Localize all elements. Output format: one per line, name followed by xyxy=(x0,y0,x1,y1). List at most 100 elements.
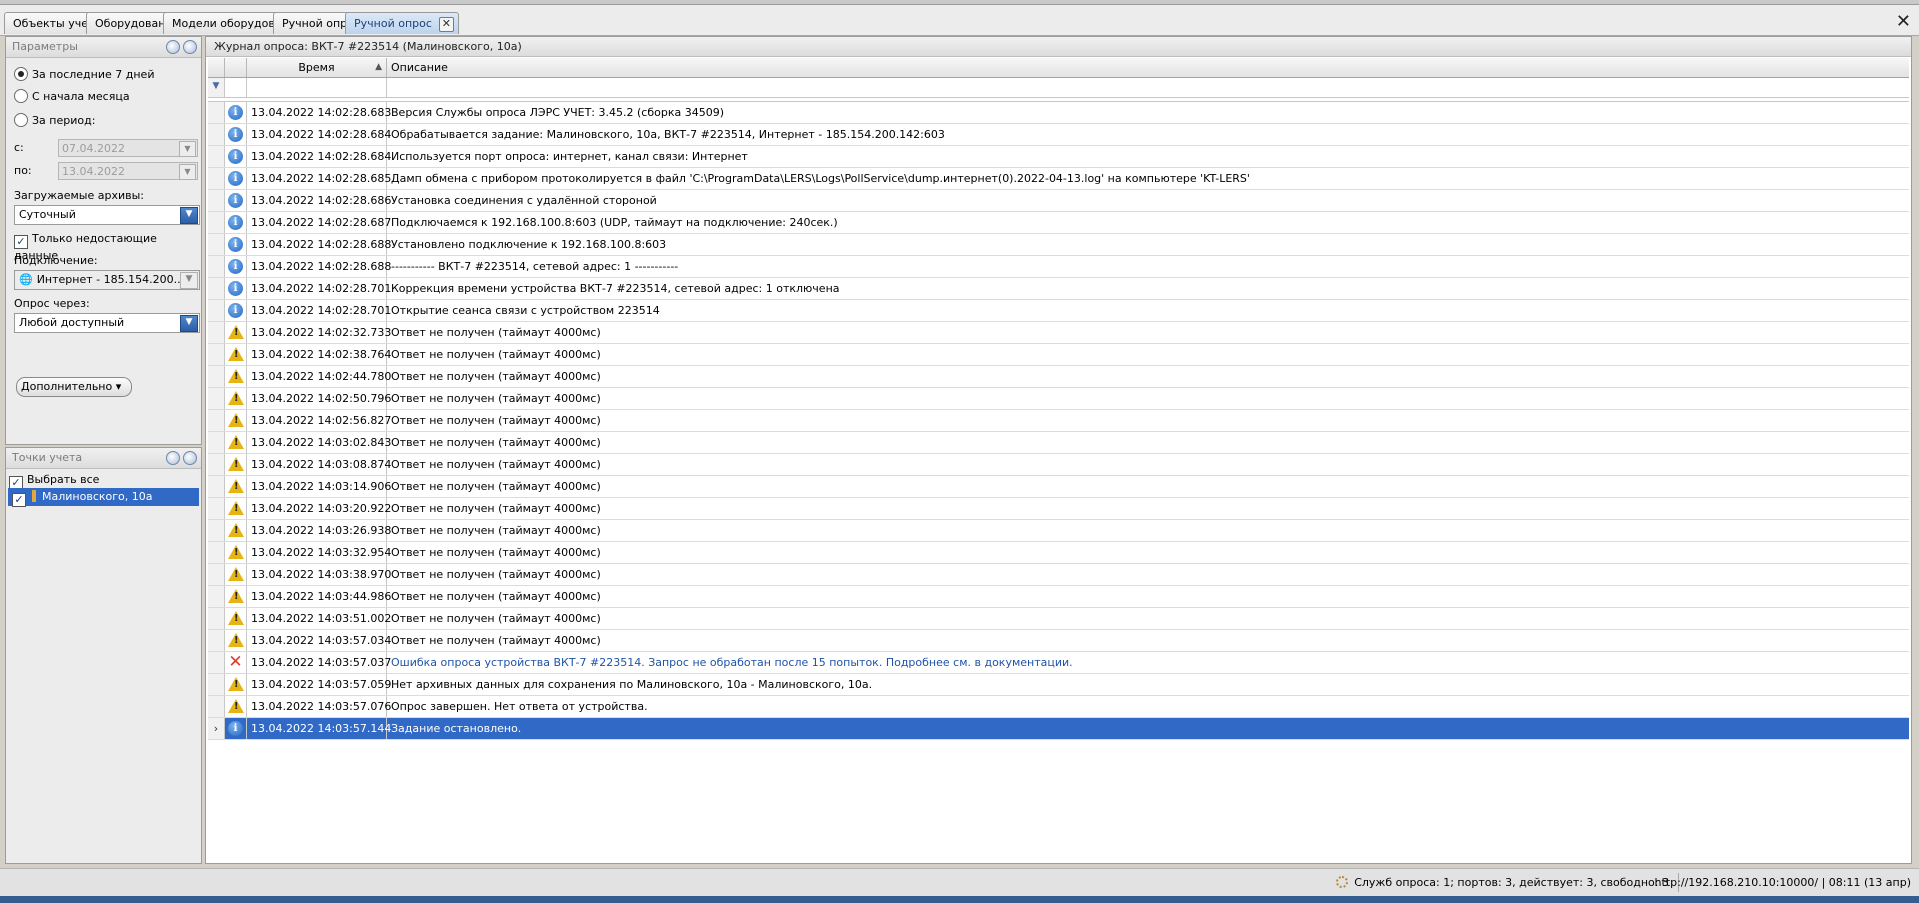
collapse-icon[interactable] xyxy=(183,451,197,465)
tab-label: Ручной опрос xyxy=(354,17,432,30)
filter-icon[interactable]: ▼ xyxy=(208,78,225,97)
tab-manual-poll-active[interactable]: Ручной опрос ✕ xyxy=(345,12,459,34)
close-tab-icon[interactable]: ✕ xyxy=(438,17,454,32)
pin-icon[interactable] xyxy=(166,451,180,465)
chevron-down-icon[interactable]: ▼ xyxy=(180,207,198,224)
from-date-field[interactable]: 07.04.2022 ▼ xyxy=(58,139,198,157)
pin-icon[interactable] xyxy=(166,40,180,54)
radio-period[interactable]: За период: xyxy=(14,112,95,130)
filter-time-cell[interactable] xyxy=(247,78,387,97)
header-icon-cell xyxy=(225,58,247,77)
connection-select[interactable]: 🌐 Интернет - 185.154.200.... ▼ xyxy=(14,270,200,290)
row-icon-cell: ! xyxy=(225,608,247,629)
grid-header: Время ▲ Описание xyxy=(208,58,1909,78)
radio-label: За последние 7 дней xyxy=(32,68,155,81)
services-status-text: Служб опроса: 1; портов: 3, действует: 3… xyxy=(1354,876,1669,889)
table-row[interactable]: ! 13.04.2022 14:03:02.843 Ответ не получен… xyxy=(208,432,1909,454)
radio-icon xyxy=(14,113,28,127)
connection-label: Подключение: xyxy=(14,254,98,267)
row-description: Ответ не получен (таймаут 4000мс) xyxy=(391,590,601,603)
warning-icon: ! xyxy=(228,435,244,449)
table-row[interactable]: ! 13.04.2022 14:02:32.733 Ответ не получен… xyxy=(208,322,1909,344)
info-icon: i xyxy=(228,237,243,252)
checkbox-checked-icon: ✓ xyxy=(14,235,28,249)
table-row[interactable]: ! 13.04.2022 14:03:57.059 Нет архивных дан… xyxy=(208,674,1909,696)
radio-month-start[interactable]: С начала месяца xyxy=(14,88,130,106)
row-icon-cell: ! xyxy=(225,696,247,717)
row-description[interactable]: Ошибка опроса устройства ВКТ-7 #223514. … xyxy=(387,652,1909,673)
checkbox-checked-icon[interactable]: ✓ xyxy=(12,493,26,507)
parameters-title: Параметры xyxy=(12,40,78,53)
table-row[interactable]: ! 13.04.2022 14:02:56.827 Ответ не получен… xyxy=(208,410,1909,432)
table-row[interactable]: ! 13.04.2022 14:03:32.954 Ответ не получен… xyxy=(208,542,1909,564)
table-row[interactable]: ! 13.04.2022 14:02:50.796 Ответ не получен… xyxy=(208,388,1909,410)
table-row[interactable]: i 13.04.2022 14:02:28.688 Установлено подк… xyxy=(208,234,1909,256)
row-time: 13.04.2022 14:03:14.906 xyxy=(247,476,391,497)
row-indicator-cell xyxy=(208,476,225,497)
row-indicator-cell xyxy=(208,432,225,453)
table-row[interactable]: ! 13.04.2022 14:03:14.906 Ответ не получен… xyxy=(208,476,1909,498)
table-row[interactable]: ! 13.04.2022 14:03:38.970 Ответ не получен… xyxy=(208,564,1909,586)
table-row[interactable]: i 13.04.2022 14:02:28.686 Установка соедин… xyxy=(208,190,1909,212)
row-time: 13.04.2022 14:02:28.684 xyxy=(247,146,391,167)
close-window-icon[interactable]: ✕ xyxy=(1896,13,1911,31)
table-row[interactable]: ! 13.04.2022 14:03:08.874 Ответ не получен… xyxy=(208,454,1909,476)
chevron-down-icon[interactable]: ▼ xyxy=(180,272,198,289)
table-row[interactable]: i 13.04.2022 14:02:28.687 Подключаемся к 1… xyxy=(208,212,1909,234)
table-row[interactable]: ✕ 13.04.2022 14:03:57.037 Ошибка опроса ус… xyxy=(208,652,1909,674)
taskbar-strip xyxy=(0,896,1919,903)
row-icon-cell: ! xyxy=(225,520,247,541)
row-time: 13.04.2022 14:03:32.954 xyxy=(247,542,391,563)
journal-grid: Время ▲ Описание ▼ i 13.04.2022 14:02:28.6… xyxy=(208,58,1909,740)
archive-type-select[interactable]: Суточный ▼ xyxy=(14,205,200,225)
row-time: 13.04.2022 14:03:57.037 xyxy=(247,652,391,673)
table-row[interactable]: ! 13.04.2022 14:02:44.780 Ответ не получен… xyxy=(208,366,1909,388)
more-options-button[interactable]: Дополнительно ▾ xyxy=(16,377,133,397)
column-header-label: Время xyxy=(298,61,335,74)
chevron-down-icon[interactable]: ▼ xyxy=(179,141,196,157)
table-row[interactable]: ! 13.04.2022 14:03:44.986 Ответ не получен… xyxy=(208,586,1909,608)
filter-cell[interactable] xyxy=(225,78,247,97)
table-row[interactable]: ! 13.04.2022 14:02:38.764 Ответ не получен… xyxy=(208,344,1909,366)
table-row[interactable]: ! 13.04.2022 14:03:26.938 Ответ не получен… xyxy=(208,520,1909,542)
checkbox-label: Выбрать все xyxy=(27,473,100,486)
collapse-icon[interactable] xyxy=(183,40,197,54)
row-icon-cell: i xyxy=(225,212,247,233)
row-description: Обрабатывается задание: Малиновского, 10… xyxy=(391,128,945,141)
row-description: Ответ не получен (таймаут 4000мс) xyxy=(391,414,601,427)
row-time: 13.04.2022 14:03:20.922 xyxy=(247,498,391,519)
row-description: Ответ не получен (таймаут 4000мс) xyxy=(391,634,601,647)
row-description: Ответ не получен (таймаут 4000мс) xyxy=(391,436,601,449)
journal-rows: i 13.04.2022 14:02:28.683 Версия Службы оп… xyxy=(208,102,1909,740)
services-status: Служб опроса: 1; портов: 3, действует: 3… xyxy=(1336,869,1669,896)
filter-desc-cell[interactable] xyxy=(387,78,1909,97)
table-row[interactable]: ! 13.04.2022 14:03:57.034 Ответ не получен… xyxy=(208,630,1909,652)
to-date-value: 13.04.2022 xyxy=(62,165,125,178)
table-row[interactable]: ! 13.04.2022 14:03:20.922 Ответ не получен… xyxy=(208,498,1909,520)
table-row[interactable]: ! 13.04.2022 14:03:57.076 Опрос завершен. … xyxy=(208,696,1909,718)
table-row[interactable]: › i 13.04.2022 14:03:57.144 Задание останов… xyxy=(208,718,1909,740)
table-row[interactable]: i 13.04.2022 14:02:28.684 Обрабатывается з… xyxy=(208,124,1909,146)
table-row[interactable]: i 13.04.2022 14:02:28.701 Открытие сеанса … xyxy=(208,300,1909,322)
table-row[interactable]: i 13.04.2022 14:02:28.684 Используется пор… xyxy=(208,146,1909,168)
chevron-down-icon[interactable]: ▼ xyxy=(180,315,198,332)
info-icon: i xyxy=(228,281,243,296)
row-time: 13.04.2022 14:03:57.076 xyxy=(247,696,391,717)
row-time: 13.04.2022 14:03:57.144 xyxy=(247,718,391,739)
row-description: Подключаемся к 192.168.100.8:603 (UDP, т… xyxy=(391,216,838,229)
column-header-description[interactable]: Описание xyxy=(387,58,1909,77)
row-time: 13.04.2022 14:02:56.827 xyxy=(247,410,391,431)
gear-icon xyxy=(1336,876,1349,888)
table-row[interactable]: i 13.04.2022 14:02:28.701 Коррекция времен… xyxy=(208,278,1909,300)
column-header-time[interactable]: Время ▲ xyxy=(247,58,387,77)
table-row[interactable]: i 13.04.2022 14:02:28.683 Версия Службы оп… xyxy=(208,102,1909,124)
table-row[interactable]: i 13.04.2022 14:02:28.688 ----------- ВКТ-… xyxy=(208,256,1909,278)
table-row[interactable]: ! 13.04.2022 14:03:51.002 Ответ не получен… xyxy=(208,608,1909,630)
table-row[interactable]: i 13.04.2022 14:02:28.685 Дамп обмена с пр… xyxy=(208,168,1909,190)
info-icon: i xyxy=(228,303,243,318)
radio-last-7-days[interactable]: За последние 7 дней xyxy=(14,66,154,84)
to-date-field[interactable]: 13.04.2022 ▼ xyxy=(58,162,198,180)
chevron-down-icon[interactable]: ▼ xyxy=(179,164,196,180)
poll-via-select[interactable]: Любой доступный ▼ xyxy=(14,313,200,333)
list-item[interactable]: ✓ Малиновского, 10а xyxy=(8,488,199,507)
